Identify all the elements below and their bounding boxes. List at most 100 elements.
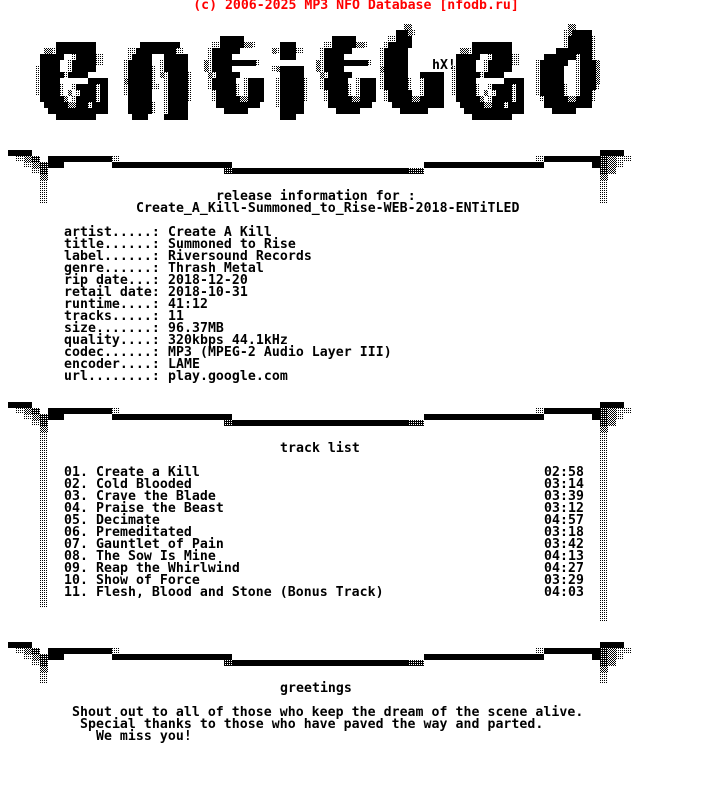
logo-pixel xyxy=(144,114,148,120)
logo-pixel xyxy=(400,48,404,54)
logo-pixel xyxy=(456,78,460,84)
release-field: url........: play.google.com xyxy=(64,369,464,384)
logo-pixel xyxy=(392,96,396,102)
logo-letter xyxy=(204,36,264,114)
logo-pixel xyxy=(400,84,404,90)
logo-pixel xyxy=(80,42,84,48)
border-block xyxy=(32,408,40,414)
border-block xyxy=(40,672,48,684)
logo-pixel xyxy=(432,84,436,90)
logo-pixel xyxy=(316,60,320,66)
logo-pixel xyxy=(236,60,240,66)
logo-pixel xyxy=(504,66,508,72)
border-block xyxy=(32,660,40,666)
logo-pixel xyxy=(296,96,300,102)
field-value: play.google.com xyxy=(168,369,288,384)
logo-pixel xyxy=(488,60,492,66)
logo-pixel xyxy=(164,114,168,120)
logo-pixel xyxy=(68,66,72,72)
logo-pixel xyxy=(256,90,260,96)
logo-pixel xyxy=(596,72,600,78)
logo-pixel xyxy=(340,48,344,54)
logo-pixel xyxy=(396,78,400,84)
logo-pixel xyxy=(464,72,468,78)
logo-pixel xyxy=(476,72,480,78)
logo-pixel xyxy=(132,78,136,84)
logo-pixel xyxy=(556,102,560,108)
logo-pixel xyxy=(280,48,284,54)
logo-pixel xyxy=(232,90,236,96)
logo-pixel xyxy=(512,78,516,84)
logo-pixel xyxy=(400,54,404,60)
logo-pixel xyxy=(492,90,496,96)
logo-pixel xyxy=(472,54,476,60)
logo-pixel xyxy=(348,36,352,42)
logo-pixel xyxy=(336,90,340,96)
logo-pixel xyxy=(516,96,520,102)
logo-pixel xyxy=(212,66,216,72)
logo-pixel xyxy=(400,102,404,108)
logo-pixel xyxy=(368,84,372,90)
logo-pixel xyxy=(492,54,496,60)
logo-pixel xyxy=(60,102,64,108)
logo-pixel xyxy=(584,30,588,36)
logo-pixel xyxy=(124,78,128,84)
logo-pixel xyxy=(492,96,496,102)
logo-pixel xyxy=(452,90,456,96)
logo-pixel xyxy=(292,78,296,84)
logo-pixel xyxy=(44,72,48,78)
logo-pixel xyxy=(224,90,228,96)
logo-pixel xyxy=(484,108,488,114)
logo-pixel xyxy=(72,96,76,102)
logo-pixel xyxy=(52,54,56,60)
logo-pixel xyxy=(508,48,512,54)
logo-pixel xyxy=(132,54,136,60)
border-block xyxy=(48,414,64,420)
logo-pixel xyxy=(556,90,560,96)
logo-pixel xyxy=(516,54,520,60)
logo-pixel xyxy=(84,54,88,60)
logo-pixel xyxy=(156,84,160,90)
border-block xyxy=(224,660,232,666)
logo-pixel xyxy=(536,78,540,84)
logo-pixel xyxy=(360,96,364,102)
logo-pixel xyxy=(540,72,544,78)
logo-pixel xyxy=(324,84,328,90)
logo-pixel xyxy=(480,108,484,114)
logo-pixel xyxy=(300,72,304,78)
border-block xyxy=(616,162,624,168)
border-block xyxy=(600,420,608,426)
logo-pixel xyxy=(76,66,80,72)
logo-pixel xyxy=(260,78,264,84)
border-block xyxy=(608,408,616,414)
logo-pixel xyxy=(592,54,596,60)
logo-pixel xyxy=(292,84,296,90)
greetings-text: Shout out to all of those who keep the d… xyxy=(72,706,583,743)
logo-pixel xyxy=(96,78,100,84)
logo-pixel xyxy=(344,108,348,114)
logo-pixel xyxy=(380,66,384,72)
logo-pixel xyxy=(396,54,400,60)
logo-pixel xyxy=(408,108,412,114)
logo-pixel xyxy=(224,60,228,66)
logo-pixel xyxy=(460,48,464,54)
logo-pixel xyxy=(64,42,68,48)
border-block xyxy=(40,414,48,420)
logo-pixel xyxy=(560,78,564,84)
logo-pixel xyxy=(44,78,48,84)
logo-pixel xyxy=(508,42,512,48)
logo-pixel xyxy=(140,114,144,120)
logo-pixel xyxy=(104,78,108,84)
logo-pixel xyxy=(60,42,64,48)
logo-pixel xyxy=(292,102,296,108)
logo-pixel xyxy=(148,66,152,72)
logo-pixel xyxy=(420,96,424,102)
logo-pixel xyxy=(304,78,308,84)
logo-pixel xyxy=(472,66,476,72)
border-block xyxy=(608,168,616,174)
logo-pixel xyxy=(148,96,152,102)
logo-pixel xyxy=(384,48,388,54)
logo-pixel xyxy=(64,102,68,108)
logo-pixel xyxy=(404,24,408,30)
logo-pixel xyxy=(228,72,232,78)
